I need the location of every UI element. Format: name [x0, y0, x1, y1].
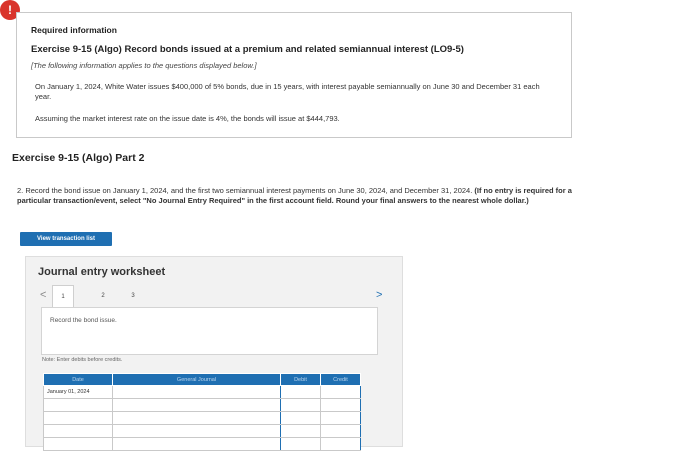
debit-cell[interactable]: [280, 437, 321, 451]
view-transaction-list-button[interactable]: View transaction list: [20, 232, 112, 246]
debit-cell[interactable]: [280, 398, 321, 412]
instructions: 2. Record the bond issue on January 1, 2…: [17, 186, 577, 205]
table-row: [43, 424, 361, 438]
account-cell[interactable]: [112, 437, 281, 451]
problem-text: On January 1, 2024, White Water issues $…: [35, 82, 540, 101]
page-tab-2[interactable]: 2: [92, 285, 114, 307]
page-tab-3[interactable]: 3: [122, 285, 144, 307]
required-information-panel: Required information Exercise 9-15 (Algo…: [16, 12, 572, 138]
debit-cell[interactable]: [280, 424, 321, 438]
table-row: [43, 437, 361, 451]
market-rate-text: Assuming the market interest rate on the…: [35, 114, 340, 123]
column-header-general-journal: General Journal: [112, 373, 281, 386]
table-row: [43, 398, 361, 412]
debit-cell[interactable]: [280, 411, 321, 425]
journal-table: Date General Journal Debit Credit Januar…: [43, 373, 361, 451]
account-cell[interactable]: [112, 424, 281, 438]
date-cell[interactable]: [43, 437, 113, 451]
worksheet-title: Journal entry worksheet: [38, 266, 166, 278]
account-cell[interactable]: [112, 411, 281, 425]
account-cell[interactable]: [112, 385, 281, 399]
table-row: [43, 411, 361, 425]
credit-cell[interactable]: [320, 411, 361, 425]
page-tab-1[interactable]: 1: [52, 285, 74, 307]
info-note: [The following information applies to th…: [31, 61, 257, 70]
credit-cell[interactable]: [320, 437, 361, 451]
part-title: Exercise 9-15 (Algo) Part 2: [12, 152, 145, 164]
credit-cell[interactable]: [320, 398, 361, 412]
table-row: January 01, 2024: [43, 385, 361, 399]
date-cell[interactable]: January 01, 2024: [43, 385, 113, 399]
debit-cell[interactable]: [280, 385, 321, 399]
credit-cell[interactable]: [320, 424, 361, 438]
entry-description-text: Record the bond issue.: [50, 317, 117, 324]
column-header-debit: Debit: [280, 373, 321, 386]
date-cell[interactable]: [43, 411, 113, 425]
date-cell[interactable]: [43, 398, 113, 412]
column-header-date: Date: [43, 373, 113, 386]
chevron-right-icon[interactable]: >: [376, 289, 382, 301]
debits-note: Note: Enter debits before credits.: [42, 357, 123, 363]
journal-header-row: Date General Journal Debit Credit: [43, 373, 361, 386]
exercise-title: Exercise 9-15 (Algo) Record bonds issued…: [31, 44, 464, 55]
account-cell[interactable]: [112, 398, 281, 412]
required-information-heading: Required information: [31, 25, 117, 35]
journal-entry-worksheet: Journal entry worksheet < 1 2 3 > Record…: [25, 256, 403, 451]
credit-cell[interactable]: [320, 385, 361, 399]
column-header-credit: Credit: [320, 373, 361, 386]
date-cell[interactable]: [43, 424, 113, 438]
chevron-left-icon[interactable]: <: [40, 289, 46, 301]
entry-description: Record the bond issue.: [41, 307, 378, 355]
instructions-main: 2. Record the bond issue on January 1, 2…: [17, 186, 473, 195]
